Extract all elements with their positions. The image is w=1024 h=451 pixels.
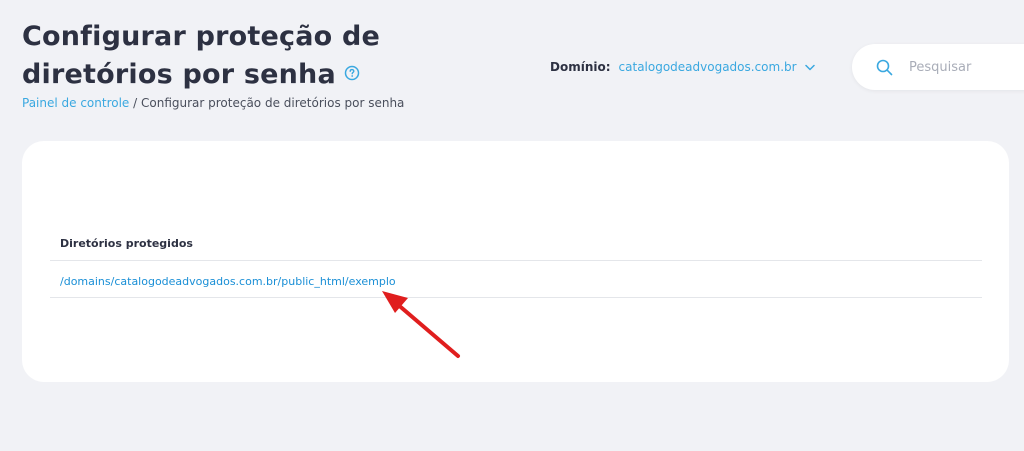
domain-value[interactable]: catalogodeadvogados.com.br [619, 60, 797, 74]
search-input[interactable] [907, 58, 1024, 76]
chevron-down-icon[interactable] [804, 60, 815, 74]
breadcrumb: Painel de controle / Configurar proteção… [22, 96, 404, 110]
page-title-text: Configurar proteção de diretórios por se… [22, 21, 381, 90]
breadcrumb-current: Configurar proteção de diretórios por se… [141, 96, 405, 110]
annotation-arrow [382, 291, 460, 358]
protected-directories-card: Diretórios protegidos /domains/catalogod… [22, 141, 1009, 382]
table-header: Diretórios protegidos [50, 229, 982, 261]
breadcrumb-home-link[interactable]: Painel de controle [22, 96, 129, 110]
question-circle-icon[interactable] [344, 54, 360, 92]
domain-label: Domínio: [550, 60, 611, 74]
table-row: /domains/catalogodeadvogados.com.br/publ… [50, 262, 982, 298]
domain-selector[interactable]: Domínio: catalogodeadvogados.com.br [550, 60, 815, 74]
directory-link[interactable]: /domains/catalogodeadvogados.com.br/publ… [60, 275, 396, 288]
search-icon[interactable] [876, 59, 893, 76]
page-title: Configurar proteção de diretórios por se… [22, 18, 442, 95]
search-box[interactable] [852, 44, 1024, 90]
breadcrumb-separator: / [129, 96, 141, 110]
